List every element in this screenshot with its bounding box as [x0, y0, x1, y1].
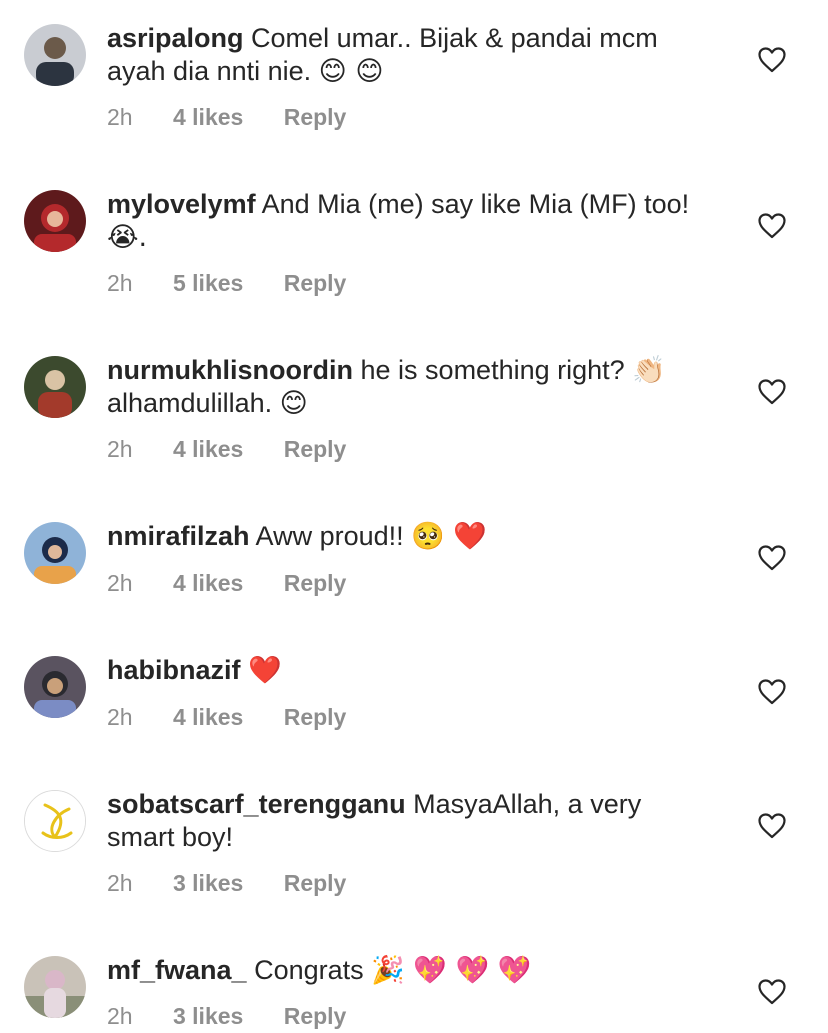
comment-time: 2h — [107, 704, 133, 730]
comment-likes[interactable]: 4 likes — [173, 704, 243, 731]
comment-body: habibnazif ❤️ — [107, 654, 707, 687]
comment-username[interactable]: sobatscarf_terengganu — [107, 789, 406, 819]
comment-likes[interactable]: 5 likes — [173, 270, 243, 297]
reply-button[interactable]: Reply — [284, 270, 347, 297]
comment-time: 2h — [107, 870, 133, 896]
comment-meta: 2h 3 likes Reply — [107, 1003, 346, 1030]
heart-outline-icon[interactable] — [758, 213, 786, 239]
comment-text: And Mia (me) say like Mia (MF) too! — [261, 189, 690, 219]
heart-outline-icon[interactable] — [758, 979, 786, 1005]
comment-likes[interactable]: 3 likes — [173, 1003, 243, 1030]
avatar[interactable] — [24, 190, 86, 252]
heart-outline-icon[interactable] — [758, 813, 786, 839]
comment-likes[interactable]: 3 likes — [173, 870, 243, 897]
comment-meta: 2h 5 likes Reply — [107, 270, 346, 297]
avatar[interactable] — [24, 790, 86, 852]
comment-emoji: 👏🏻 — [632, 355, 666, 386]
comment-time: 2h — [107, 436, 133, 462]
avatar[interactable] — [24, 522, 86, 584]
reply-button[interactable]: Reply — [284, 436, 347, 463]
comment-likes[interactable]: 4 likes — [173, 570, 243, 597]
comment-body: sobatscarf_terengganu MasyaAllah, a very… — [107, 788, 707, 854]
comment-text: Aww proud!! — [255, 521, 404, 551]
comment-username[interactable]: mylovelymf — [107, 189, 256, 219]
comment-body: mf_fwana_ Congrats 🎉 💖 💖 💖 — [107, 954, 707, 987]
comment-time: 2h — [107, 570, 133, 596]
comment-text-line2: alhamdulillah. — [107, 388, 273, 418]
comment-text: he is something right? — [360, 355, 625, 385]
comment-likes[interactable]: 4 likes — [173, 104, 243, 131]
reply-button[interactable]: Reply — [284, 870, 347, 897]
comment-likes[interactable]: 4 likes — [173, 436, 243, 463]
comment-body: mylovelymf And Mia (me) say like Mia (MF… — [107, 188, 707, 254]
avatar[interactable] — [24, 956, 86, 1018]
comment-username[interactable]: nmirafilzah — [107, 521, 250, 551]
comment-body: nurmukhlisnoordin he is something right?… — [107, 354, 707, 420]
comment-emoji: 🥺 ❤️ — [411, 521, 487, 552]
comment-text: Congrats — [254, 955, 364, 985]
avatar[interactable] — [24, 356, 86, 418]
comment-emoji: 😭. — [107, 222, 148, 253]
comment-meta: 2h 4 likes Reply — [107, 104, 346, 131]
comment-time: 2h — [107, 270, 133, 296]
avatar[interactable] — [24, 24, 86, 86]
comment-username[interactable]: nurmukhlisnoordin — [107, 355, 353, 385]
comment-time: 2h — [107, 1003, 133, 1029]
comment-meta: 2h 3 likes Reply — [107, 870, 346, 897]
comment-body: asripalong Comel umar.. Bijak & pandai m… — [107, 22, 707, 88]
comment-emoji: ❤️ — [248, 655, 282, 686]
comment-meta: 2h 4 likes Reply — [107, 436, 346, 463]
comment-username[interactable]: habibnazif — [107, 655, 241, 685]
comment-emoji: 😊 😊 — [318, 56, 384, 87]
reply-button[interactable]: Reply — [284, 1003, 347, 1030]
heart-outline-icon[interactable] — [758, 379, 786, 405]
heart-outline-icon[interactable] — [758, 47, 786, 73]
heart-outline-icon[interactable] — [758, 679, 786, 705]
comment-emoji: 😊 — [279, 388, 308, 419]
reply-button[interactable]: Reply — [284, 570, 347, 597]
comment-meta: 2h 4 likes Reply — [107, 570, 346, 597]
reply-button[interactable]: Reply — [284, 704, 347, 731]
comment-username[interactable]: asripalong — [107, 23, 244, 53]
comment-username[interactable]: mf_fwana_ — [107, 955, 247, 985]
reply-button[interactable]: Reply — [284, 104, 347, 131]
heart-outline-icon[interactable] — [758, 545, 786, 571]
comment-time: 2h — [107, 104, 133, 130]
comment-body: nmirafilzah Aww proud!! 🥺 ❤️ — [107, 520, 707, 553]
avatar[interactable] — [24, 656, 86, 718]
comment-emoji: 🎉 💖 💖 💖 — [371, 955, 532, 986]
comment-meta: 2h 4 likes Reply — [107, 704, 346, 731]
